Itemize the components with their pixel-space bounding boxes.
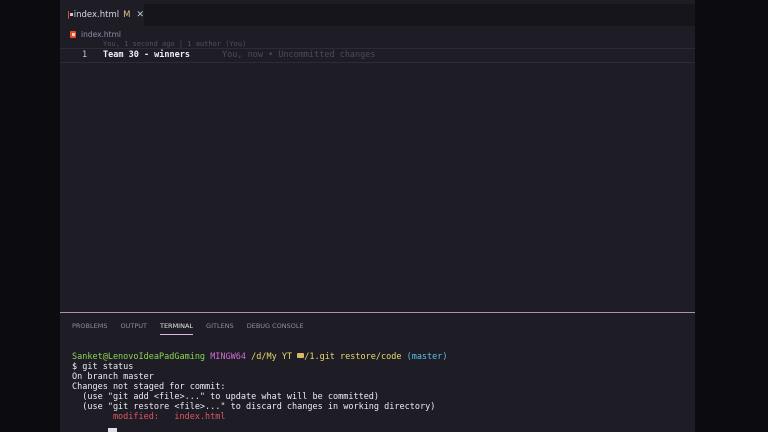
editor-tab-bar: index.html M ✕ [60,4,695,26]
terminal-prompt-line: Sanket@LenovoIdeaPadGaming MINGW64 /d/My… [72,352,448,362]
tab-debug-console[interactable]: DEBUG CONSOLE [247,321,304,334]
breadcrumb-filename[interactable]: index.html [81,30,121,39]
prompt-path-post: /1.git restore/code [304,352,402,362]
tab-index-html[interactable]: index.html M ✕ [60,4,144,26]
panel-tab-bar: PROBLEMS OUTPUT TERMINAL GITLENS DEBUG C… [72,321,317,335]
html5-file-icon [68,11,72,19]
terminal-modified-line: modified: index.html [72,412,448,422]
bottom-panel: PROBLEMS OUTPUT TERMINAL GITLENS DEBUG C… [60,312,695,432]
gitlens-codelens[interactable]: You, 1 second ago | 1 author (You) [103,40,246,48]
vscode-window: index.html M ✕ index.html You, 1 second … [60,0,695,432]
terminal-output-line: Changes not staged for commit: [72,382,226,392]
prompt-path-pre: /d/My YT [251,352,293,362]
tab-modified-indicator: M [123,10,131,20]
tab-problems[interactable]: PROBLEMS [72,321,107,334]
inline-blame: You, now • Uncommitted changes [222,50,376,60]
close-icon[interactable]: ✕ [136,10,144,20]
editor-line[interactable]: 1 Team 30 - winners You, now • Uncommitt… [60,48,695,63]
terminal-output-line: (use "git add <file>..." to update what … [72,392,380,402]
tab-terminal[interactable]: TERMINAL [159,321,194,335]
tab-gitlens[interactable]: GITLENS [206,321,234,334]
folder-icon [297,353,305,358]
breadcrumb[interactable]: index.html [70,28,121,40]
line-code[interactable]: Team 30 - winners [103,50,190,60]
html5-file-icon [70,30,76,38]
modified-label: modified: [72,412,159,422]
prompt-branch: (master) [406,352,448,362]
terminal-output-line: (use "git restore <file>..." to discard … [72,402,436,412]
terminal-cursor [108,428,117,432]
tab-output[interactable]: OUTPUT [120,321,147,334]
line-number: 1 [82,50,88,60]
terminal-output-line: On branch master [72,372,154,382]
tab-filename: index.html [73,10,120,20]
terminal-command: $ git status [72,362,134,372]
modified-file: index.html [159,412,226,422]
terminal-output[interactable]: Sanket@LenovoIdeaPadGaming MINGW64 /d/My… [72,352,448,422]
prompt-env: MINGW64 [210,352,247,362]
prompt-user: Sanket@LenovoIdeaPadGaming [72,352,206,362]
